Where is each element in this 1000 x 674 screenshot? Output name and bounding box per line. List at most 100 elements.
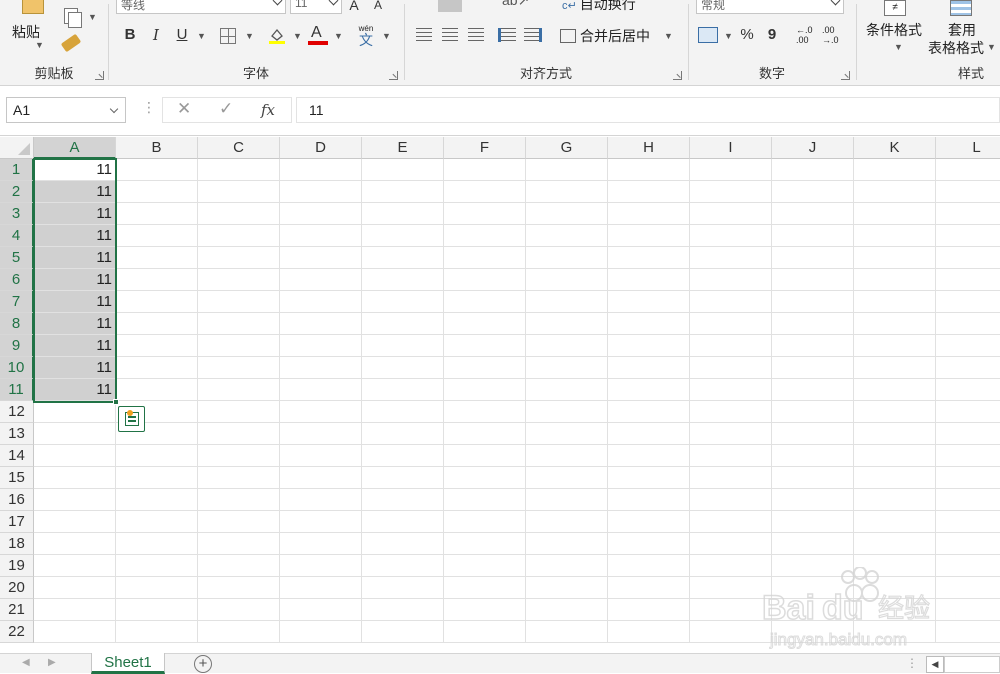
- cell-b18[interactable]: [116, 533, 198, 555]
- cell-i7[interactable]: [690, 291, 772, 313]
- cell-h12[interactable]: [608, 401, 690, 423]
- cell-e1[interactable]: [362, 159, 444, 181]
- cell-k17[interactable]: [854, 511, 936, 533]
- cell-j4[interactable]: [772, 225, 854, 247]
- row-header-5[interactable]: 5: [0, 247, 34, 269]
- cell-j13[interactable]: [772, 423, 854, 445]
- cell-f12[interactable]: [444, 401, 526, 423]
- cell-e4[interactable]: [362, 225, 444, 247]
- add-sheet-icon[interactable]: +: [194, 655, 212, 673]
- cell-a3[interactable]: 11: [34, 203, 116, 225]
- row-header-17[interactable]: 17: [0, 511, 34, 533]
- cell-h7[interactable]: [608, 291, 690, 313]
- cell-f22[interactable]: [444, 621, 526, 643]
- middle-align-icon[interactable]: [438, 0, 462, 12]
- chevron-down-icon[interactable]: ▼: [88, 12, 97, 22]
- formula-input[interactable]: 11: [296, 97, 1000, 123]
- cell-d4[interactable]: [280, 225, 362, 247]
- cell-d2[interactable]: [280, 181, 362, 203]
- cell-i13[interactable]: [690, 423, 772, 445]
- cell-h20[interactable]: [608, 577, 690, 599]
- cell-l21[interactable]: [936, 599, 1000, 621]
- column-header-a[interactable]: A: [34, 137, 116, 159]
- cell-i14[interactable]: [690, 445, 772, 467]
- cell-l6[interactable]: [936, 269, 1000, 291]
- cell-e11[interactable]: [362, 379, 444, 401]
- cell-e8[interactable]: [362, 313, 444, 335]
- cell-k10[interactable]: [854, 357, 936, 379]
- cell-d3[interactable]: [280, 203, 362, 225]
- cell-c2[interactable]: [198, 181, 280, 203]
- cell-l7[interactable]: [936, 291, 1000, 313]
- cell-f21[interactable]: [444, 599, 526, 621]
- cell-j6[interactable]: [772, 269, 854, 291]
- name-box[interactable]: A1: [6, 97, 126, 123]
- cell-e5[interactable]: [362, 247, 444, 269]
- cell-g3[interactable]: [526, 203, 608, 225]
- cell-c8[interactable]: [198, 313, 280, 335]
- cell-l10[interactable]: [936, 357, 1000, 379]
- cell-i9[interactable]: [690, 335, 772, 357]
- cell-j1[interactable]: [772, 159, 854, 181]
- cell-h10[interactable]: [608, 357, 690, 379]
- cancel-icon[interactable]: ✕: [177, 99, 191, 119]
- cell-g15[interactable]: [526, 467, 608, 489]
- decrease-indent-icon[interactable]: [498, 28, 516, 42]
- font-color-icon[interactable]: A: [308, 24, 328, 46]
- cell-a18[interactable]: [34, 533, 116, 555]
- insert-function-icon[interactable]: fx: [261, 101, 275, 119]
- cell-g4[interactable]: [526, 225, 608, 247]
- cell-d15[interactable]: [280, 467, 362, 489]
- bold-button[interactable]: B: [120, 24, 140, 46]
- cell-h4[interactable]: [608, 225, 690, 247]
- cell-d22[interactable]: [280, 621, 362, 643]
- cell-k6[interactable]: [854, 269, 936, 291]
- row-header-10[interactable]: 10: [0, 357, 34, 379]
- cell-g20[interactable]: [526, 577, 608, 599]
- cell-l20[interactable]: [936, 577, 1000, 599]
- column-header-d[interactable]: D: [280, 137, 362, 159]
- cell-c4[interactable]: [198, 225, 280, 247]
- row-header-1[interactable]: 1: [0, 159, 34, 181]
- cell-c11[interactable]: [198, 379, 280, 401]
- cell-d17[interactable]: [280, 511, 362, 533]
- cell-d20[interactable]: [280, 577, 362, 599]
- cell-h19[interactable]: [608, 555, 690, 577]
- cell-f4[interactable]: [444, 225, 526, 247]
- phonetic-guide-icon[interactable]: wén 文: [357, 24, 375, 48]
- cell-d11[interactable]: [280, 379, 362, 401]
- cell-d14[interactable]: [280, 445, 362, 467]
- format-as-table-button[interactable]: 套用 表格格式 ▼: [928, 0, 998, 60]
- align-left-icon[interactable]: [416, 28, 432, 42]
- cell-j8[interactable]: [772, 313, 854, 335]
- cell-h2[interactable]: [608, 181, 690, 203]
- cell-k5[interactable]: [854, 247, 936, 269]
- cell-e22[interactable]: [362, 621, 444, 643]
- cell-h21[interactable]: [608, 599, 690, 621]
- cell-d1[interactable]: [280, 159, 362, 181]
- cell-j20[interactable]: [772, 577, 854, 599]
- cell-i20[interactable]: [690, 577, 772, 599]
- cell-g14[interactable]: [526, 445, 608, 467]
- horizontal-scrollbar[interactable]: [944, 656, 1000, 673]
- cell-c22[interactable]: [198, 621, 280, 643]
- align-center-icon[interactable]: [442, 28, 458, 42]
- cell-f20[interactable]: [444, 577, 526, 599]
- cell-b11[interactable]: [116, 379, 198, 401]
- percent-button[interactable]: %: [738, 24, 756, 46]
- cell-i3[interactable]: [690, 203, 772, 225]
- cell-c14[interactable]: [198, 445, 280, 467]
- decrease-decimal-icon[interactable]: .00 →.0: [822, 25, 839, 45]
- cell-g18[interactable]: [526, 533, 608, 555]
- cell-j10[interactable]: [772, 357, 854, 379]
- cell-a8[interactable]: 11: [34, 313, 116, 335]
- cell-a17[interactable]: [34, 511, 116, 533]
- cell-b5[interactable]: [116, 247, 198, 269]
- cell-a15[interactable]: [34, 467, 116, 489]
- row-header-8[interactable]: 8: [0, 313, 34, 335]
- cell-k3[interactable]: [854, 203, 936, 225]
- cell-k21[interactable]: [854, 599, 936, 621]
- column-header-i[interactable]: I: [690, 137, 772, 159]
- cell-c16[interactable]: [198, 489, 280, 511]
- row-header-12[interactable]: 12: [0, 401, 34, 423]
